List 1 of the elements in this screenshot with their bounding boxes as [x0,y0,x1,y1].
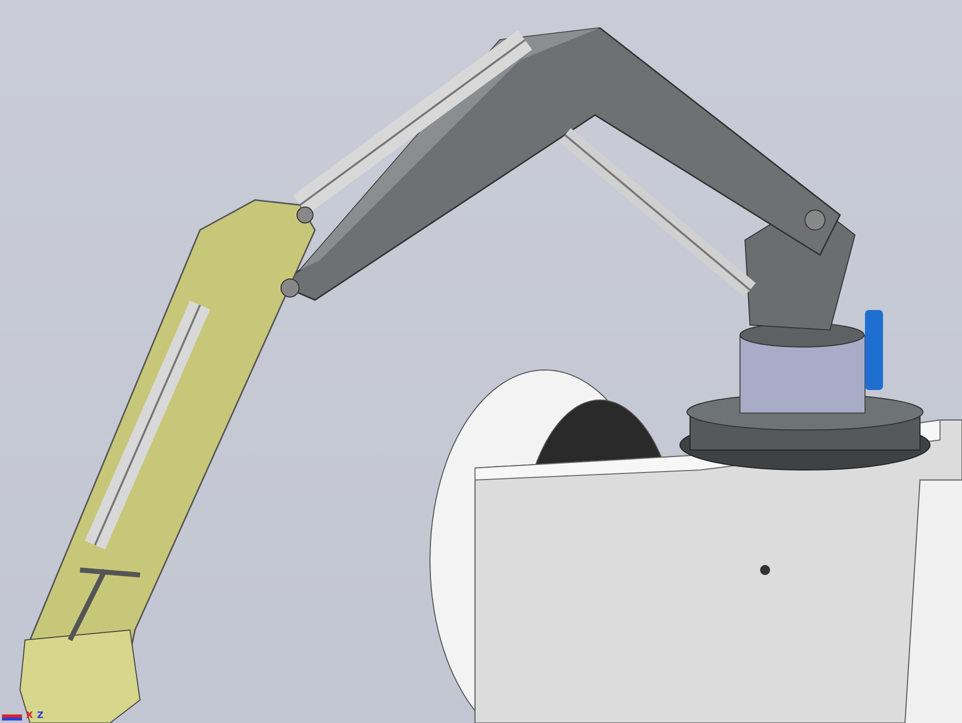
axis-label: Z [36,712,44,721]
